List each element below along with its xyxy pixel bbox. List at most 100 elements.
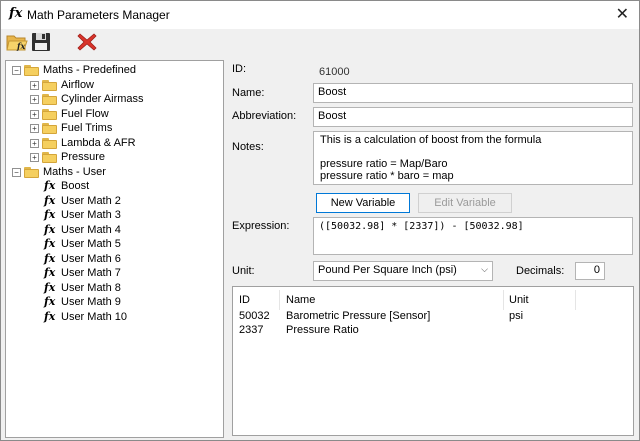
fx-icon: fx bbox=[44, 295, 56, 308]
svg-text:fx: fx bbox=[16, 41, 25, 51]
fx-icon: fx bbox=[44, 222, 56, 236]
math-parameters-window: fx Math Parameters Manager ✕ fx − Maths … bbox=[0, 0, 640, 441]
cell-unit: psi bbox=[509, 310, 524, 322]
cell-id: 50032 bbox=[239, 310, 270, 322]
tree-item-label: User Math 9 bbox=[61, 296, 121, 308]
tree-group-label: Maths - Predefined bbox=[43, 64, 136, 76]
abbreviation-field[interactable]: Boost bbox=[313, 107, 633, 127]
tree-item-label: User Math 5 bbox=[61, 238, 121, 250]
id-value: 61000 bbox=[319, 66, 350, 78]
tree-item-label: User Math 4 bbox=[61, 223, 121, 236]
open-folder-button[interactable]: fx bbox=[5, 30, 29, 54]
close-window-button[interactable]: ✕ bbox=[616, 4, 629, 24]
folder-icon bbox=[24, 65, 39, 76]
fx-icon: fx bbox=[44, 193, 56, 207]
folder-icon bbox=[42, 137, 57, 149]
tree-math-item[interactable]: fx User Math 9 bbox=[6, 295, 221, 309]
floppy-disk-icon bbox=[32, 33, 50, 51]
expression-label: Expression: bbox=[232, 220, 290, 232]
tree-item-label: User Math 2 bbox=[61, 194, 121, 207]
tree-math-item[interactable]: fx Boost bbox=[6, 179, 221, 193]
notes-field[interactable]: This is a calculation of boost from the … bbox=[313, 131, 633, 185]
tree-item-label: Fuel Trims bbox=[61, 122, 113, 134]
fx-icon: fx bbox=[44, 309, 56, 323]
new-variable-button[interactable]: New Variable bbox=[316, 193, 410, 213]
tree-math-item[interactable]: fx User Math 3 bbox=[6, 208, 221, 222]
fx-icon: fx bbox=[44, 280, 56, 294]
column-divider bbox=[279, 290, 280, 310]
tree-math-item[interactable]: fx User Math 6 bbox=[6, 252, 221, 266]
tree-item-label: Cylinder Airmass bbox=[61, 93, 144, 105]
tree-item-label: Lambda & AFR bbox=[61, 136, 136, 149]
fx-icon: fx bbox=[44, 266, 56, 279]
variables-table: ID Name Unit 50032 Barometric Pressure [… bbox=[232, 286, 634, 436]
cell-id: 2337 bbox=[239, 324, 264, 336]
column-divider bbox=[503, 290, 504, 310]
tree-math-item[interactable]: fx User Math 7 bbox=[6, 266, 221, 280]
decimals-field[interactable]: 0 bbox=[575, 262, 605, 280]
notes-line bbox=[320, 146, 626, 158]
tree-group-predefined[interactable]: − Maths - Predefined bbox=[6, 63, 221, 77]
collapse-icon[interactable]: − bbox=[12, 66, 21, 75]
abbreviation-label: Abbreviation: bbox=[232, 110, 297, 122]
tree-item-label: User Math 8 bbox=[61, 281, 121, 294]
window-title: Math Parameters Manager bbox=[27, 8, 170, 22]
unit-dropdown[interactable]: Pound Per Square Inch (psi) ⌵ bbox=[313, 261, 493, 281]
folder-icon bbox=[42, 94, 57, 105]
tree-math-item[interactable]: fx User Math 8 bbox=[6, 281, 221, 295]
notes-line: pressure ratio = Map/Baro bbox=[320, 158, 448, 170]
tree-folder-item[interactable]: + Cylinder Airmass bbox=[6, 92, 221, 106]
tree-folder-item[interactable]: + Lambda & AFR bbox=[6, 136, 221, 150]
tree-folder-item[interactable]: + Airflow bbox=[6, 78, 221, 92]
expand-icon[interactable]: + bbox=[30, 109, 39, 119]
name-label: Name: bbox=[232, 87, 265, 99]
tree-folder-item[interactable]: + Fuel Trims bbox=[6, 121, 221, 135]
tree-item-label: Boost bbox=[61, 180, 90, 192]
column-header-id[interactable]: ID bbox=[239, 291, 250, 309]
tree-group-user[interactable]: − Maths - User bbox=[6, 165, 221, 179]
tree-item-label: User Math 7 bbox=[61, 267, 121, 279]
id-label: ID: bbox=[232, 63, 247, 75]
unit-value: Pound Per Square Inch (psi) bbox=[318, 264, 457, 276]
edit-variable-button[interactable]: Edit Variable bbox=[418, 193, 512, 213]
tree-folder-item[interactable]: + Fuel Flow bbox=[6, 107, 221, 121]
folder-icon bbox=[42, 79, 57, 91]
tree-item-label: Fuel Flow bbox=[61, 107, 109, 120]
folder-icon bbox=[24, 166, 39, 178]
column-divider bbox=[575, 290, 576, 310]
expand-icon[interactable]: + bbox=[30, 80, 39, 90]
open-folder-icon: fx bbox=[6, 35, 28, 51]
name-field[interactable]: Boost bbox=[313, 83, 633, 103]
tree-math-item[interactable]: fx User Math 5 bbox=[6, 237, 221, 251]
folder-icon bbox=[42, 123, 57, 134]
chevron-down-icon: ⌵ bbox=[481, 264, 488, 274]
expression-field[interactable]: ([50032.98] * [2337]) - [50032.98] bbox=[313, 217, 633, 255]
delete-button[interactable] bbox=[75, 30, 99, 54]
folder-icon bbox=[42, 108, 57, 120]
folder-icon bbox=[42, 152, 57, 163]
expand-icon[interactable]: + bbox=[30, 138, 39, 148]
fx-icon: fx bbox=[44, 208, 56, 221]
fx-icon: fx bbox=[44, 179, 56, 192]
notes-line: This is a calculation of boost from the … bbox=[320, 134, 542, 146]
expand-icon[interactable]: + bbox=[30, 95, 39, 104]
tree-math-item[interactable]: fx User Math 4 bbox=[6, 223, 221, 237]
tree-item-label: Airflow bbox=[61, 78, 95, 91]
collapse-icon[interactable]: − bbox=[12, 167, 21, 177]
expand-icon[interactable]: + bbox=[30, 153, 39, 162]
fx-icon: fx bbox=[9, 6, 23, 21]
tree-math-item[interactable]: fx User Math 10 bbox=[6, 310, 221, 324]
red-x-icon bbox=[77, 33, 97, 51]
expand-icon[interactable]: + bbox=[30, 124, 39, 133]
decimals-label: Decimals: bbox=[516, 265, 565, 277]
tree-item-label: Pressure bbox=[61, 151, 106, 163]
column-header-unit[interactable]: Unit bbox=[509, 291, 529, 309]
column-header-name[interactable]: Name bbox=[286, 291, 315, 309]
save-button[interactable] bbox=[29, 30, 53, 54]
notes-label: Notes: bbox=[232, 141, 264, 153]
tree-item-label: User Math 3 bbox=[61, 209, 121, 221]
tree-math-item[interactable]: fx User Math 2 bbox=[6, 194, 221, 208]
tree-folder-item[interactable]: + Pressure bbox=[6, 150, 221, 164]
math-tree-panel: − Maths - Predefined + Airflow + Cylinder Air… bbox=[5, 60, 224, 438]
cell-name: Barometric Pressure [Sensor] bbox=[286, 310, 431, 322]
